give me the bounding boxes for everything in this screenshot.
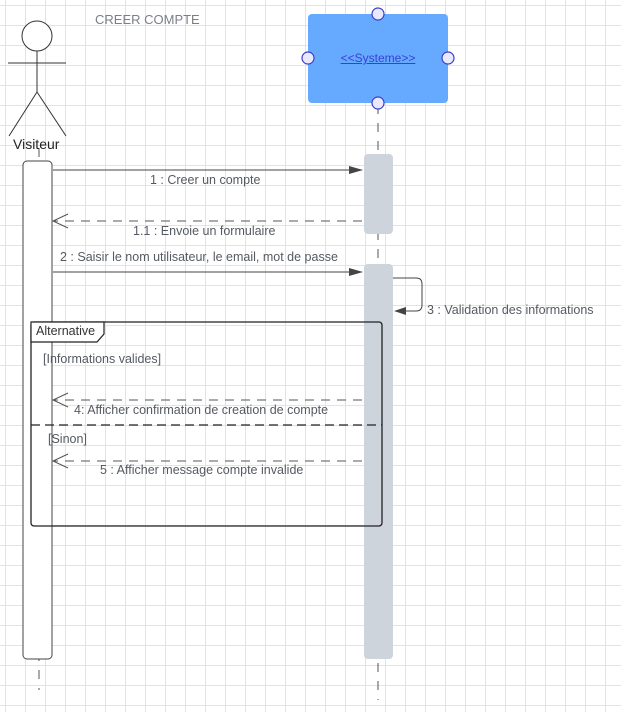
systeme-activation-1 [364,154,393,234]
message-3-label: 3 : Validation des informations [427,303,594,317]
systeme-activation-2 [364,264,393,659]
visiteur-activation [22,160,53,660]
message-5-label: 5 : Afficher message compte invalide [100,463,304,477]
message-3-self-arrow[interactable] [393,277,423,315]
actor-name-label: Visiteur [13,136,60,152]
message-1-label: 1 : Creer un compte [150,173,261,187]
guard-valid-label: [Informations valides] [43,352,162,366]
diagram-title: CREER COMPTE [95,12,200,27]
message-1-1-label: 1.1 : Envoie un formulaire [133,224,276,238]
actor-stick-figure[interactable] [8,20,67,137]
message-2-arrow[interactable] [53,268,363,276]
message-2-label: 2 : Saisir le nom utilisateur, le email,… [60,250,338,264]
system-name-label[interactable]: <<Systeme>> [308,51,448,65]
alt-operator-label: Alternative [36,324,96,338]
guard-else-label: [Sinon] [48,432,87,446]
message-4-label: 4: Afficher confirmation de creation de … [74,403,329,417]
